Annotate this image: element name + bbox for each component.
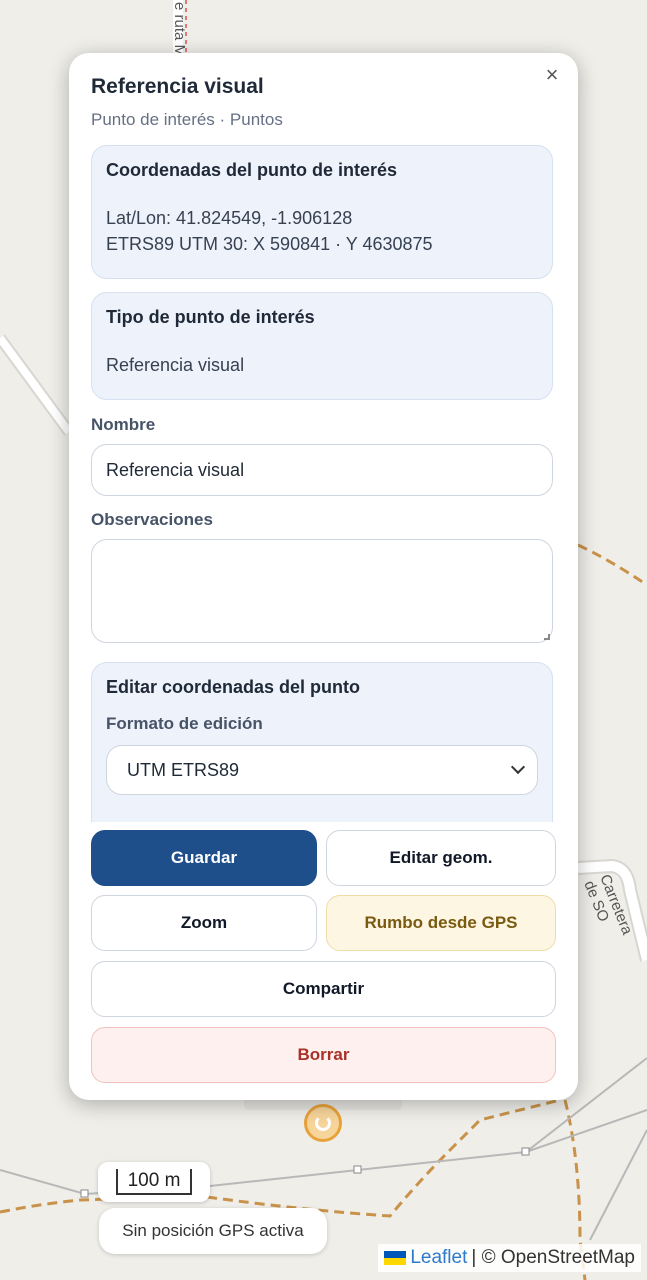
poi-popup: × Referencia visual Punto de interés · P… [69, 53, 578, 1100]
resize-handle-icon[interactable] [544, 634, 550, 640]
name-input[interactable]: Referencia visual [91, 444, 553, 496]
edit-geometry-button[interactable]: Editar geom. [326, 830, 556, 886]
close-icon[interactable]: × [540, 63, 564, 87]
road-label-top: e ruta M [171, 2, 188, 58]
map-attribution: Leaflet | © OpenStreetMap [378, 1244, 641, 1272]
poi-marker-icon[interactable] [304, 1104, 342, 1142]
coordinates-heading: Coordenadas del punto de interés [106, 160, 398, 180]
zoom-button[interactable]: Zoom [91, 895, 317, 951]
poi-type-panel: Tipo de punto de interés Referencia visu… [91, 292, 553, 400]
popup-title: Referencia visual [91, 75, 264, 98]
format-label: Formato de edición [106, 714, 263, 733]
save-button[interactable]: Guardar [91, 830, 317, 886]
edit-coordinates-heading: Editar coordenadas del punto [106, 677, 361, 697]
heading-from-gps-button[interactable]: Rumbo desde GPS [326, 895, 556, 951]
popup-subtitle: Punto de interés · Puntos [91, 110, 283, 129]
edit-coordinates-panel: Editar coordenadas del punto Formato de … [91, 662, 553, 822]
gps-status-pill: Sin posición GPS activa [99, 1208, 327, 1254]
format-select-value: UTM ETRS89 [127, 760, 240, 780]
coordinates-panel: Coordenadas del punto de interés Lat/Lon… [91, 145, 553, 279]
scale-label: 100 m [115, 1169, 193, 1195]
poi-type-heading: Tipo de punto de interés [106, 307, 315, 327]
map-scale: 100 m [98, 1162, 210, 1202]
leaflet-link[interactable]: Leaflet [410, 1247, 467, 1269]
marker-ring-icon [315, 1115, 331, 1131]
utm-value: ETRS89 UTM 30: X 590841 · Y 4630875 [106, 234, 433, 254]
format-select[interactable]: UTM ETRS89 [106, 745, 538, 795]
observations-textarea[interactable] [91, 539, 553, 643]
name-label: Nombre [91, 415, 156, 434]
chevron-down-icon [510, 759, 526, 775]
ukraine-flag-icon [384, 1251, 407, 1265]
share-button[interactable]: Compartir [91, 961, 556, 1017]
delete-button[interactable]: Borrar [91, 1027, 556, 1083]
poi-type-value: Referencia visual [106, 355, 245, 375]
latlon-value: Lat/Lon: 41.824549, -1.906128 [106, 208, 353, 228]
osm-attribution: | © OpenStreetMap [471, 1247, 635, 1268]
observations-label: Observaciones [91, 510, 213, 529]
